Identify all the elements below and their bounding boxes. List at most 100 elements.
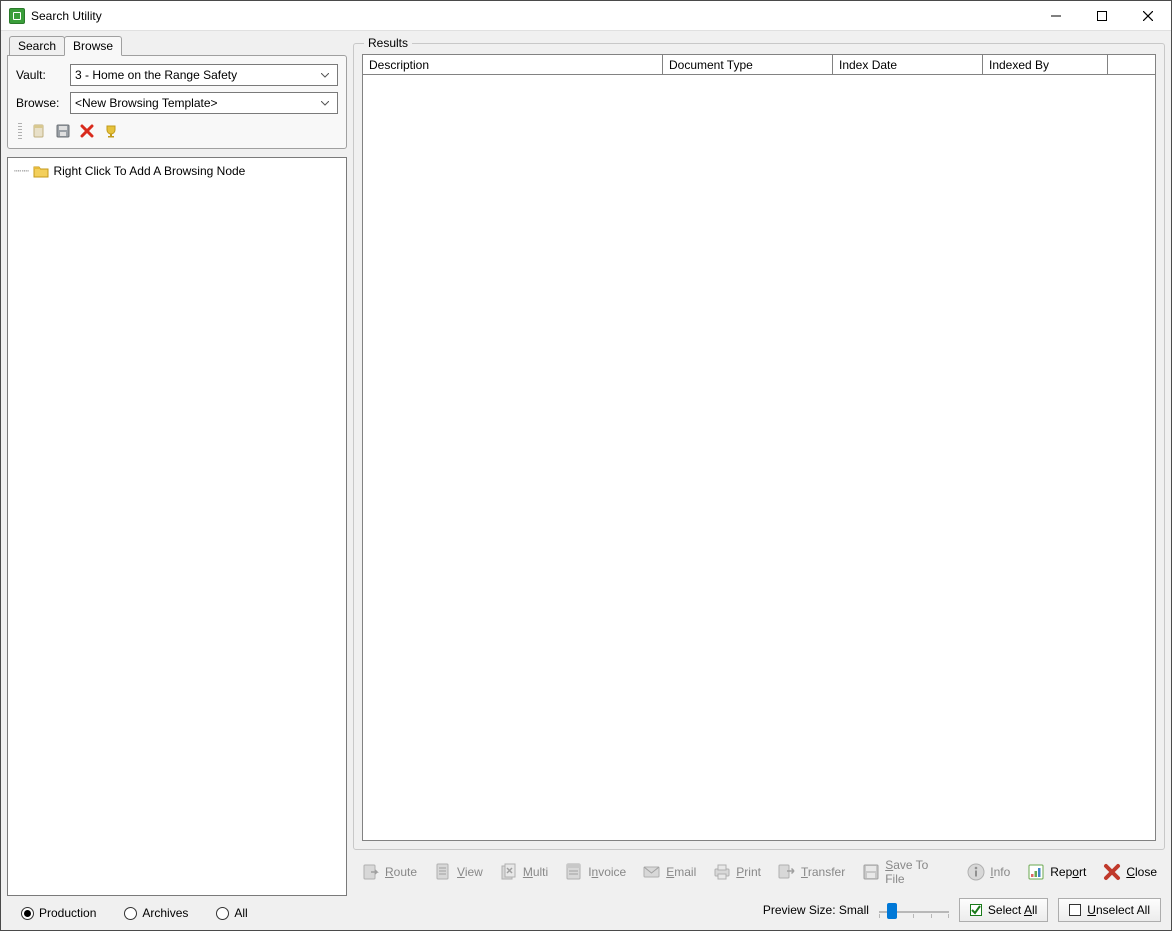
unselect-all-button[interactable]: Unselect All <box>1058 898 1161 922</box>
tab-strip: Search Browse <box>7 35 347 55</box>
view-label: View <box>457 865 483 879</box>
radio-icon <box>216 907 229 920</box>
app-window: Search Utility Search Browse Vault: <box>0 0 1172 931</box>
tree-connector-icon: ┈┈ <box>14 164 29 178</box>
checkbox-checked-icon <box>970 904 982 916</box>
unselect-all-label: Unselect All <box>1087 903 1150 917</box>
results-grid[interactable]: Description Document Type Index Date Ind… <box>362 54 1156 841</box>
maximize-button[interactable] <box>1079 1 1125 31</box>
print-button[interactable]: Print <box>706 860 767 884</box>
vault-label: Vault: <box>16 68 64 82</box>
select-all-label: Select All <box>988 903 1037 917</box>
tree-root-node[interactable]: ┈┈ Right Click To Add A Browsing Node <box>14 164 340 178</box>
col-spacer <box>1108 55 1155 74</box>
scope-radio-group: Production Archives All <box>7 896 347 924</box>
wizard-button[interactable] <box>102 122 120 140</box>
new-template-button[interactable] <box>30 122 48 140</box>
radio-archives[interactable]: Archives <box>124 906 188 920</box>
radio-archives-label: Archives <box>142 906 188 920</box>
transfer-icon <box>777 862 797 882</box>
results-group-label: Results <box>364 36 412 50</box>
browse-tree[interactable]: ┈┈ Right Click To Add A Browsing Node <box>7 157 347 896</box>
tree-root-label: Right Click To Add A Browsing Node <box>53 164 245 178</box>
save-template-button[interactable] <box>54 122 72 140</box>
save-to-file-button[interactable]: Save To File <box>855 856 956 888</box>
slider-thumb-icon <box>887 903 897 919</box>
view-button[interactable]: View <box>427 860 489 884</box>
col-indexed-by[interactable]: Indexed By <box>983 55 1108 74</box>
report-button[interactable]: Report <box>1020 860 1092 884</box>
browse-value: <New Browsing Template> <box>75 96 317 110</box>
route-button[interactable]: Route <box>355 860 423 884</box>
email-label: Email <box>666 865 696 879</box>
delete-x-icon <box>79 123 95 139</box>
radio-all-label: All <box>234 906 247 920</box>
results-body <box>363 75 1155 840</box>
left-top: Search Browse Vault: 3 - Home on the Ran… <box>7 35 347 149</box>
view-icon <box>433 862 453 882</box>
multi-button[interactable]: Multi <box>493 860 554 884</box>
trophy-icon <box>103 123 119 139</box>
browse-dropdown[interactable]: <New Browsing Template> <box>70 92 338 114</box>
delete-template-button[interactable] <box>78 122 96 140</box>
app-icon <box>9 8 25 24</box>
radio-icon <box>124 907 137 920</box>
multi-label: Multi <box>523 865 548 879</box>
results-header-row: Description Document Type Index Date Ind… <box>363 55 1155 75</box>
save-to-file-label: Save To File <box>885 858 950 886</box>
select-all-button[interactable]: Select All <box>959 898 1048 922</box>
col-description[interactable]: Description <box>363 55 663 74</box>
report-label: Report <box>1050 865 1086 879</box>
invoice-button[interactable]: Invoice <box>558 860 632 884</box>
close-label: Close <box>1126 865 1157 879</box>
folder-icon <box>33 164 49 178</box>
vault-dropdown[interactable]: 3 - Home on the Range Safety <box>70 64 338 86</box>
tab-browse-label: Browse <box>73 39 113 53</box>
radio-production[interactable]: Production <box>21 906 96 920</box>
browse-row: Browse: <New Browsing Template> <box>16 92 338 114</box>
toolbar-grip-icon <box>18 123 22 139</box>
close-x-icon <box>1102 862 1122 882</box>
vault-row: Vault: 3 - Home on the Range Safety <box>16 64 338 86</box>
window-title: Search Utility <box>31 9 102 23</box>
floppy-icon <box>55 123 71 139</box>
minimize-icon <box>1051 11 1061 21</box>
chevron-down-icon <box>317 73 333 78</box>
col-index-date[interactable]: Index Date <box>833 55 983 74</box>
email-button[interactable]: Email <box>636 860 702 884</box>
preview-bar: Preview Size: Small Select All Unselect … <box>353 890 1165 924</box>
action-bar: Route View Multi Invoice Email <box>353 850 1165 890</box>
col-document-type[interactable]: Document Type <box>663 55 833 74</box>
close-window-button[interactable] <box>1125 1 1171 31</box>
multi-icon <box>499 862 519 882</box>
info-button[interactable]: Info <box>960 860 1016 884</box>
new-page-icon <box>31 123 47 139</box>
results-groupbox: Results Description Document Type Index … <box>353 43 1165 850</box>
left-pane: Search Browse Vault: 3 - Home on the Ran… <box>7 35 347 924</box>
close-icon <box>1143 11 1153 21</box>
invoice-label: Invoice <box>588 865 626 879</box>
route-label: Route <box>385 865 417 879</box>
transfer-button[interactable]: Transfer <box>771 860 851 884</box>
tab-browse[interactable]: Browse <box>64 36 122 56</box>
close-button[interactable]: Close <box>1096 860 1163 884</box>
browse-label: Browse: <box>16 96 64 110</box>
report-icon <box>1026 862 1046 882</box>
tab-search[interactable]: Search <box>9 36 65 55</box>
info-icon <box>966 862 986 882</box>
client-area: Search Browse Vault: 3 - Home on the Ran… <box>1 31 1171 930</box>
browse-panel: Vault: 3 - Home on the Range Safety Brow… <box>7 55 347 149</box>
chevron-down-icon <box>317 101 333 106</box>
preview-size-slider[interactable] <box>879 900 949 920</box>
invoice-icon <box>564 862 584 882</box>
checkbox-empty-icon <box>1069 904 1081 916</box>
save-disk-icon <box>861 862 881 882</box>
radio-icon <box>21 907 34 920</box>
print-icon <box>712 862 732 882</box>
minimize-button[interactable] <box>1033 1 1079 31</box>
browse-toolbar <box>16 120 338 140</box>
preview-size-label: Preview Size: Small <box>763 903 869 917</box>
radio-all[interactable]: All <box>216 906 247 920</box>
right-pane: Results Description Document Type Index … <box>353 35 1165 924</box>
print-label: Print <box>736 865 761 879</box>
